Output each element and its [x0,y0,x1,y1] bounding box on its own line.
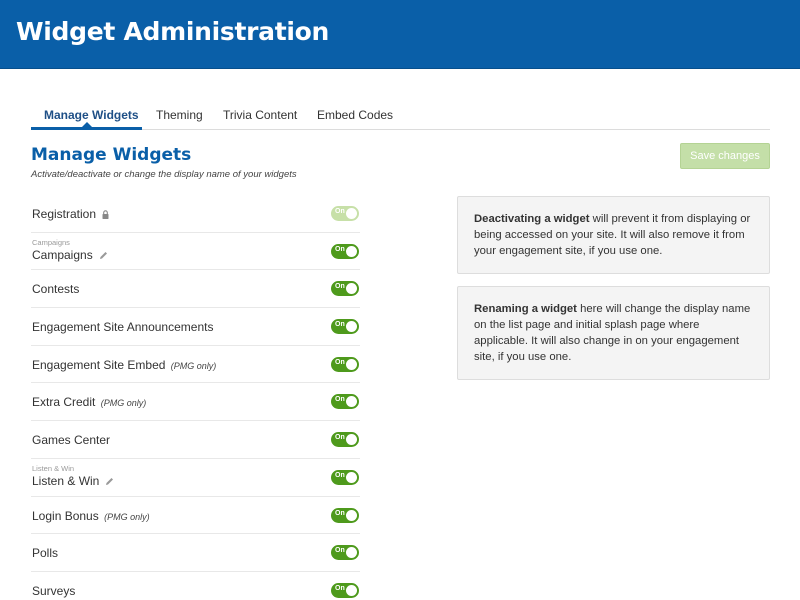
widget-row: Engagement Site Announcements On [31,308,360,346]
widget-toggle: On [331,206,359,221]
widget-row: Campaigns Campaigns On [31,233,360,271]
widget-toggle[interactable]: On [331,319,359,335]
widget-toggle[interactable]: On [331,356,359,372]
widget-note: (PMG only) [100,398,147,409]
section-subtitle: Activate/deactivate or change the displa… [31,169,297,180]
toggle-knob [346,584,357,596]
widget-name-text: Polls [32,546,59,561]
widget-name: Listen & Win [32,474,114,489]
widget-toggle[interactable]: On [331,243,359,259]
widget-toggle[interactable]: On [331,469,359,485]
widget-row: Games Center On [31,421,360,459]
widget-name-text: Registration [32,207,97,221]
active-tab-underline [31,127,142,130]
toggle-label: On [335,471,345,479]
toggle-label: On [335,434,345,442]
widget-name: Login Bonus (PMG only) [32,509,150,523]
pencil-icon[interactable] [105,475,114,489]
toggle-label: On [335,208,345,215]
widget-sublabel: Listen & Win [32,463,75,473]
widget-name-text: Engagement Site Embed [32,357,166,372]
toggle-label: On [335,509,345,517]
toggle-knob [346,471,357,483]
toggle-knob [346,547,357,559]
widget-name: Extra Credit (PMG only) [32,395,146,409]
widget-name-text: Extra Credit [32,395,96,410]
info-box-deactivate: Deactivating a widget will prevent it fr… [457,196,770,274]
widget-name: Campaigns [32,248,108,263]
widget-row: Contests On [31,270,360,309]
info-box-deactivate-bold: Deactivating a widget [474,213,590,225]
page-header: Widget Administration [0,0,800,69]
tab-trivia-content[interactable]: Trivia Content [223,108,297,122]
toggle-knob [346,358,357,370]
pencil-icon[interactable] [99,249,108,263]
widget-row: Surveys On [31,572,360,600]
widget-toggle[interactable]: On [331,545,359,561]
toggle-knob [346,396,357,408]
toggle-knob [346,321,357,333]
toggle-label: On [335,245,345,253]
lock-icon [102,208,109,222]
toggle-knob [346,434,357,446]
widget-name: Engagement Site Announcements [32,320,213,334]
widget-list: Registration On Campaigns Campaigns On Contes… [31,195,360,600]
toggle-label: On [335,283,345,291]
toggle-label: On [335,547,345,555]
widget-toggle[interactable]: On [331,507,359,523]
toggle-label: On [335,321,345,329]
widget-row: Extra Credit (PMG only) On [31,383,360,422]
widget-name: Registration [32,207,109,222]
widget-row: Polls On [31,534,360,572]
widget-name: Games Center [32,433,110,447]
save-changes-button[interactable]: Save changes [680,143,770,169]
widget-name: Polls [32,546,58,560]
widget-toggle[interactable]: On [331,582,359,598]
tab-bar: Manage Widgets Theming Trivia Content Em… [31,100,770,130]
widget-name-text: Login Bonus [32,508,99,523]
toggle-label: On [335,584,345,592]
widget-note: (PMG only) [104,511,150,522]
widget-note: (PMG only) [170,360,217,371]
widget-sublabel: Campaigns [32,237,70,247]
toggle-label: On [335,358,345,366]
widget-name-text: Engagement Site Announcements [32,320,214,335]
widget-toggle[interactable]: On [331,432,359,448]
widget-row: Registration On [31,195,360,233]
tab-manage-widgets[interactable]: Manage Widgets [44,108,139,122]
widget-name: Surveys [32,584,75,598]
widget-name-text: Contests [32,282,80,297]
widget-row: Listen & Win Listen & Win On [31,459,360,497]
app-title: Widget Administration [16,17,329,46]
toggle-knob [346,208,357,219]
info-box-rename: Renaming a widget here will change the d… [457,286,770,380]
tab-embed-codes[interactable]: Embed Codes [317,108,393,122]
widget-toggle[interactable]: On [331,281,359,297]
widget-name-text: Campaigns [32,247,93,262]
widget-toggle[interactable]: On [331,394,359,410]
widget-row: Engagement Site Embed (PMG only) On [31,346,360,384]
info-box-rename-bold: Renaming a widget [474,303,577,315]
widget-name-text: Games Center [32,433,111,448]
toggle-knob [346,509,357,521]
toggle-knob [346,245,357,257]
section-title: Manage Widgets [31,145,192,165]
widget-name: Engagement Site Embed (PMG only) [32,358,216,372]
toggle-knob [346,283,357,295]
tab-theming[interactable]: Theming [156,108,203,122]
widget-name-text: Listen & Win [32,473,100,488]
widget-name: Contests [32,282,79,296]
toggle-label: On [335,396,345,404]
widget-name-text: Surveys [32,583,76,598]
widget-row: Login Bonus (PMG only) On [31,497,360,535]
